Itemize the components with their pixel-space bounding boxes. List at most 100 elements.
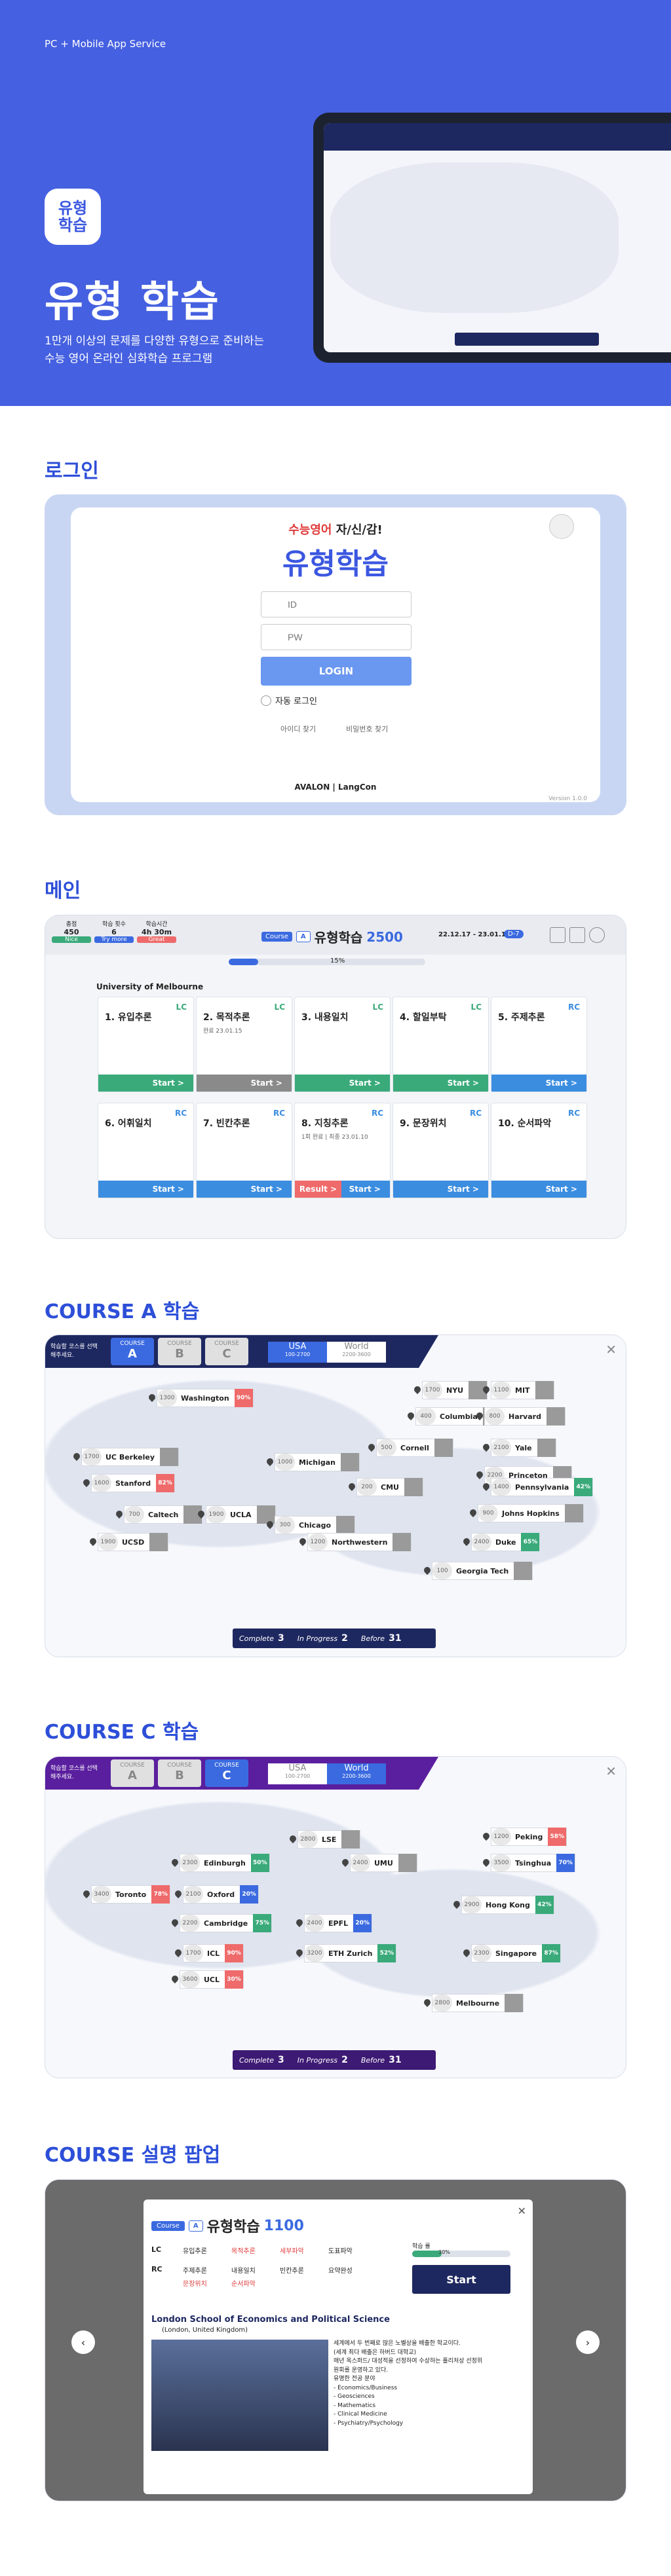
school-marker[interactable]: 2300 Edinburgh 50% (180, 1854, 270, 1872)
school-marker[interactable]: 2300 Singapore 87% (471, 1944, 562, 1962)
school-marker[interactable]: 2800 LSE (297, 1830, 361, 1849)
section-title-course-a: COURSE A 학습 (45, 1300, 200, 1323)
region-tab-usa[interactable]: USA 100-2700 (268, 1342, 327, 1363)
course-card[interactable]: RC 5. 주제추론 Start > (491, 997, 587, 1092)
school-marker[interactable]: 3400 Toronto 78% (91, 1885, 171, 1904)
course-c-panel: 학습할 코스를 선택해주세요. COURSE A COURSE B COURSE C … (45, 1756, 626, 2078)
school-marker[interactable]: 100 Georgia Tech (432, 1562, 533, 1580)
find-pw-link[interactable]: 비밀번호 찾기 (346, 724, 388, 734)
school-marker[interactable]: 2400 Duke 65% (471, 1533, 541, 1551)
school-marker[interactable]: 1900 UCLA (206, 1505, 276, 1524)
card-start[interactable]: Start > (98, 1075, 193, 1092)
close-icon[interactable] (589, 927, 605, 943)
school-marker[interactable]: 1200 Peking 58% (491, 1828, 567, 1846)
school-marker[interactable]: 1100 MIT (491, 1381, 554, 1399)
course-tab-c[interactable]: COURSE C (205, 1338, 248, 1365)
region-tab-world[interactable]: World 2200-3600 (327, 1342, 386, 1363)
chip-name: Georgia Tech (456, 1566, 509, 1575)
school-marker[interactable]: 700 Caltech (124, 1505, 203, 1524)
school-marker[interactable]: 2800 Melbourne (432, 1994, 524, 2012)
course-card[interactable]: LC 3. 내용일치 Start > (294, 997, 391, 1092)
calendar-icon[interactable] (550, 927, 566, 943)
chip-percent (256, 1505, 275, 1524)
hero-tag: PC + Mobile App Service (45, 38, 166, 50)
school-marker[interactable]: 2200 Cambridge 75% (180, 1914, 273, 1932)
card-start[interactable]: Start > (491, 1075, 586, 1092)
school-marker[interactable]: 3600 UCL 30% (180, 1970, 244, 1989)
version-label: Version 1.0.0 (548, 796, 587, 802)
next-arrow-icon[interactable]: › (576, 2330, 600, 2354)
course-card[interactable]: RC 10. 순서파악 Start > (491, 1103, 587, 1198)
school-marker[interactable]: 1700 NYU (422, 1381, 488, 1399)
course-tab-b[interactable]: COURSE B (158, 1759, 201, 1787)
card-tag: LC (176, 1003, 187, 1012)
card-start[interactable]: Start > (197, 1181, 292, 1198)
card-result[interactable]: Result > (295, 1181, 341, 1198)
auto-login-checkbox[interactable]: 자동 로그인 (261, 694, 317, 707)
card-start[interactable]: Start > (197, 1075, 292, 1092)
region-tab-usa[interactable]: USA 100-2700 (268, 1763, 327, 1784)
region-tab-world[interactable]: World 2200-3600 (327, 1763, 386, 1784)
login-button[interactable]: LOGIN (261, 657, 412, 686)
course-tab-a[interactable]: COURSE A (111, 1759, 154, 1787)
lc-item: 도표파악 (328, 2248, 353, 2255)
school-marker[interactable]: 1900 UCSD (98, 1533, 169, 1551)
school-marker[interactable]: 1400 Pennsylvania 42% (491, 1478, 594, 1496)
course-tab-c[interactable]: COURSE C (205, 1759, 248, 1787)
pw-input[interactable] (261, 624, 412, 650)
desc-line: - Mathematics (334, 2402, 376, 2409)
school-marker[interactable]: 2400 EPFL 20% (304, 1914, 373, 1932)
course-card[interactable]: RC 7. 빈칸추론 Start > (196, 1103, 292, 1198)
school-marker[interactable]: 1300 Washington 90% (157, 1389, 254, 1407)
card-start[interactable]: Start > (393, 1075, 488, 1092)
progress-value: 30% (438, 2249, 450, 2255)
school-marker[interactable]: 900 Johns Hopkins (478, 1504, 584, 1522)
chip-percent (149, 1533, 168, 1551)
school-marker[interactable]: 2100 Yale (491, 1439, 556, 1457)
school-marker[interactable]: 500 Cornell (376, 1439, 453, 1457)
chip-number: 100 (432, 1562, 452, 1579)
course-card[interactable]: LC 4. 할일부탁 Start > (393, 997, 489, 1092)
prev-arrow-icon[interactable]: ‹ (71, 2330, 95, 2354)
card-start[interactable]: Start > (393, 1181, 488, 1198)
id-input[interactable] (261, 591, 412, 617)
find-id-link[interactable]: 아이디 찾기 (280, 724, 316, 734)
school-name: London School of Economics and Political… (151, 2315, 390, 2325)
course-card[interactable]: LC 1. 유입추론 Start > (98, 997, 194, 1092)
school-marker[interactable]: 300 Chicago (275, 1516, 356, 1534)
school-marker[interactable]: 3500 Tsinghua 70% (491, 1854, 576, 1872)
school-marker[interactable]: 1600 Stanford 82% (91, 1474, 176, 1492)
chip-percent: 52% (377, 1944, 396, 1962)
close-icon[interactable]: ✕ (518, 2205, 526, 2217)
course-card[interactable]: LC 2. 목적추론 완료 23.01.15 Start > (196, 997, 292, 1092)
course-card[interactable]: RC 9. 문장위치 Start > (393, 1103, 489, 1198)
close-icon[interactable]: ✕ (605, 1342, 617, 1357)
card-start[interactable]: Start > (295, 1075, 390, 1092)
school-marker[interactable]: 1200 Northwestern (307, 1533, 412, 1551)
school-marker[interactable]: 200 CMU (356, 1478, 423, 1496)
chip-number: 1700 (82, 1448, 102, 1465)
course-card[interactable]: RC 6. 어휘일치 Start > (98, 1103, 194, 1198)
school-marker[interactable]: 2900 Hong Kong 42% (461, 1896, 554, 1914)
school-marker[interactable]: 2100 Oxford 20% (183, 1885, 259, 1904)
card-start[interactable]: Start > (491, 1181, 586, 1198)
course-card[interactable]: RC 8. 지칭추론 1회 완료 | 최종 23.01.10 Start > Resul… (294, 1103, 391, 1198)
close-icon[interactable]: ✕ (605, 1763, 617, 1779)
card-title: 3. 내용일치 (301, 1012, 349, 1023)
course-tab-b[interactable]: COURSE B (158, 1338, 201, 1365)
school-marker[interactable]: 1700 ICL 90% (183, 1944, 244, 1962)
course-tab-a[interactable]: COURSE A (111, 1338, 154, 1365)
school-marker[interactable]: 1700 UC Berkeley (81, 1448, 179, 1466)
chip-number: 300 (275, 1517, 295, 1534)
card-start[interactable]: Start > (98, 1181, 193, 1198)
school-marker[interactable]: 3200 ETH Zurich 52% (304, 1944, 397, 1962)
school-marker[interactable]: 800 Harvard (484, 1407, 566, 1426)
chip-name: Peking (515, 1832, 543, 1841)
school-marker[interactable]: 1000 Michigan (275, 1453, 360, 1471)
school-marker[interactable]: 2400 UMU (350, 1854, 417, 1872)
section-title-course-c: COURSE C 학습 (45, 1721, 199, 1744)
settings-icon[interactable] (569, 927, 585, 943)
start-button[interactable]: Start (412, 2265, 510, 2294)
lc-label: LC (151, 2245, 162, 2254)
chip-name: UCL (204, 1975, 220, 1984)
